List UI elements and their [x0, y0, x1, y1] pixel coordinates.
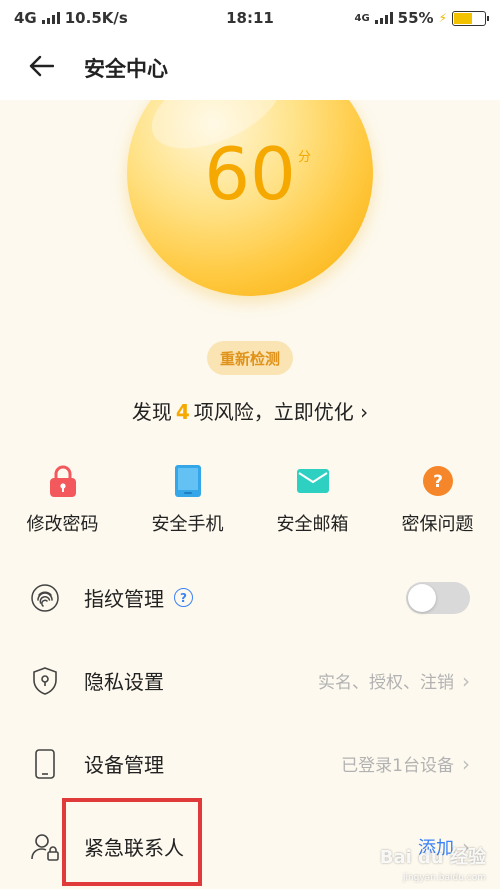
watermark-sub: jingyan.baidu.com	[402, 873, 486, 883]
score-unit: 分	[298, 150, 312, 165]
quick-actions: 修改密码 安全手机 安全邮箱 ? 密保问题	[0, 464, 500, 536]
device-row[interactable]: 设备管理 已登录1台设备 ›	[0, 722, 500, 805]
device-value: 已登录1台设备	[341, 756, 454, 776]
battery-icon	[452, 10, 489, 26]
toggle-knob	[408, 583, 436, 612]
battery-percent: 55%	[397, 9, 434, 27]
status-bar: 4G 10.5K/s 18:11 4G 55% ⚡	[0, 0, 500, 36]
chevron-right-icon: ›	[360, 400, 369, 424]
network-label: 4G	[14, 9, 37, 27]
risk-summary[interactable]: 发现 4 项风险，立即优化 ›	[0, 396, 500, 425]
chevron-right-icon: ›	[462, 668, 470, 693]
network-right-label: 4G	[354, 12, 370, 24]
score-value: 60	[204, 132, 296, 216]
lock-icon	[46, 464, 80, 498]
chevron-right-icon: ›	[462, 751, 470, 776]
quick-change-password[interactable]: 修改密码	[0, 464, 125, 536]
back-arrow-icon[interactable]	[28, 53, 68, 83]
signal-icon	[41, 12, 60, 24]
status-left: 4G 10.5K/s	[14, 9, 128, 27]
shield-icon	[30, 666, 60, 696]
risk-suffix: 项风险，立即优化	[193, 400, 354, 424]
watermark: Bai du 经验	[379, 847, 486, 868]
privacy-row[interactable]: 隐私设置 实名、授权、注销 ›	[0, 639, 500, 722]
status-right: 4G 55% ⚡	[354, 9, 489, 27]
device-label: 设备管理	[84, 753, 164, 777]
fingerprint-label: 指纹管理	[84, 587, 164, 611]
fingerprint-toggle[interactable]	[406, 581, 470, 614]
fingerprint-icon	[30, 583, 60, 613]
risk-count: 4	[175, 400, 190, 424]
network-speed: 10.5K/s	[64, 9, 128, 27]
mail-icon	[296, 464, 330, 498]
question-icon: ?	[421, 464, 455, 498]
help-icon[interactable]: ?	[174, 588, 193, 607]
quick-label: 密保问题	[401, 514, 474, 535]
signal-right-icon	[374, 12, 393, 24]
quick-label: 安全邮箱	[276, 514, 349, 535]
quick-security-question[interactable]: ? 密保问题	[375, 464, 500, 536]
quick-secure-phone[interactable]: 安全手机	[125, 464, 250, 536]
charging-icon: ⚡	[438, 11, 447, 25]
privacy-value-group: 实名、授权、注销 ›	[318, 668, 470, 694]
recheck-button[interactable]: 重新检测	[207, 341, 293, 375]
quick-secure-email[interactable]: 安全邮箱	[250, 464, 375, 536]
emergency-contact-label: 紧急联系人	[84, 836, 184, 860]
svg-text:?: ?	[433, 472, 443, 492]
device-value-group: 已登录1台设备 ›	[341, 751, 470, 777]
app-header: 安全中心	[0, 36, 500, 100]
risk-prefix: 发现	[131, 400, 172, 424]
privacy-value: 实名、授权、注销	[318, 673, 454, 693]
score-section: 60 分	[0, 100, 500, 330]
device-icon	[30, 748, 60, 779]
page-title: 安全中心	[84, 57, 168, 81]
quick-label: 安全手机	[151, 514, 224, 535]
privacy-label: 隐私设置	[84, 670, 164, 694]
fingerprint-row: 指纹管理 ?	[0, 556, 500, 639]
settings-list: 指纹管理 ? 隐私设置 实名、授权、注销 › 设备管理 已登录1台设备 › 紧急…	[0, 556, 500, 888]
contact-lock-icon	[30, 832, 60, 862]
quick-label: 修改密码	[26, 514, 99, 535]
phone-icon	[171, 464, 205, 498]
